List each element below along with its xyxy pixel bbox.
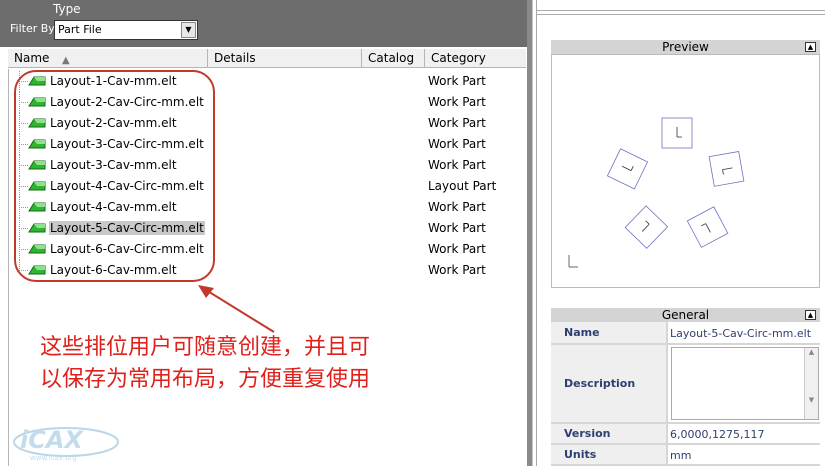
column-name[interactable]: Name ▲ [8,49,208,68]
info-pane: Preview ▲ General ▲ Name Layout-5-Cav-Ci… [536,0,825,466]
sort-ascending-icon: ▲ [62,55,70,66]
column-header: Name ▲ Details Catalog Category [8,49,526,68]
general-title: General [661,308,710,322]
cavity-outline [661,117,693,149]
file-category: Work Part [428,74,486,88]
cavity-outline [624,205,669,249]
version-value: 6,0000,1275,117 [670,428,765,441]
annotation-text: 这些排位用户可随意创建，并且可 以保存为常用布局，方便重复使用 [40,332,370,396]
type-label: Type [53,2,81,16]
name-label: Name [551,322,668,343]
units-row: Units mm [551,445,820,465]
column-details-label: Details [214,51,256,65]
file-category: Work Part [428,95,486,109]
version-label: Version [551,424,668,443]
name-row: Name Layout-5-Cav-Circ-mm.elt [551,322,820,344]
annotation-line-1: 这些排位用户可随意创建，并且可 [40,335,371,360]
divider [537,10,825,11]
description-row: Description ▲ ▼ [551,345,820,423]
file-category: Work Part [428,116,486,130]
file-category: Work Part [428,242,486,256]
column-catalog-label: Catalog [368,51,415,65]
file-category: Layout Part [428,179,497,193]
layout-preview [568,117,745,268]
description-label: Description [551,345,668,422]
watermark-url: www.icax.org [30,454,77,462]
filter-select[interactable]: Part File ▼ [54,20,198,40]
column-category-label: Category [431,51,486,65]
filter-label: Filter By: [10,22,58,35]
column-details[interactable]: Details [208,49,362,68]
divider [537,14,825,15]
cavity-outline [686,206,729,248]
collapse-icon[interactable]: ▲ [805,42,816,52]
column-catalog[interactable]: Catalog [362,49,425,68]
axis-triad [568,255,578,268]
file-category: Work Part [428,263,486,277]
file-category: Work Part [428,137,486,151]
units-value: mm [670,449,692,462]
version-row: Version 6,0000,1275,117 [551,424,820,444]
column-category[interactable]: Category [425,49,526,68]
preview-header[interactable]: Preview ▲ [551,40,820,55]
cavity-outline [606,148,649,190]
watermark-text: iCAX [20,426,84,454]
units-label: Units [551,445,668,464]
file-category: Work Part [428,158,486,172]
file-category: Work Part [428,221,486,235]
preview-area [551,54,820,288]
column-name-label: Name [14,51,50,65]
general-header[interactable]: General ▲ [551,308,820,323]
description-field[interactable]: ▲ ▼ [671,347,819,420]
filter-bar: Type Filter By: Part File ▼ [0,0,527,47]
cavity-outline [708,151,745,187]
dropdown-arrow-icon[interactable]: ▼ [181,22,196,38]
preview-title: Preview [662,40,709,54]
name-value: Layout-5-Cav-Circ-mm.elt [670,327,812,340]
watermark-logo: iCAX www.icax.org [13,426,119,462]
file-category: Work Part [428,200,486,214]
annotation-arrow [198,285,275,333]
general-properties: Name Layout-5-Cav-Circ-mm.elt Descriptio… [551,322,820,466]
part-browser: Type Filter By: Part File ▼ Name ▲ Detai… [0,0,527,466]
description-scrollbar[interactable]: ▲ ▼ [804,348,818,419]
filter-select-value: Part File [58,23,102,36]
collapse-icon[interactable]: ▲ [805,310,816,320]
highlight-callout [14,70,215,282]
annotation-line-2: 以保存为常用布局，方便重复使用 [40,367,371,392]
